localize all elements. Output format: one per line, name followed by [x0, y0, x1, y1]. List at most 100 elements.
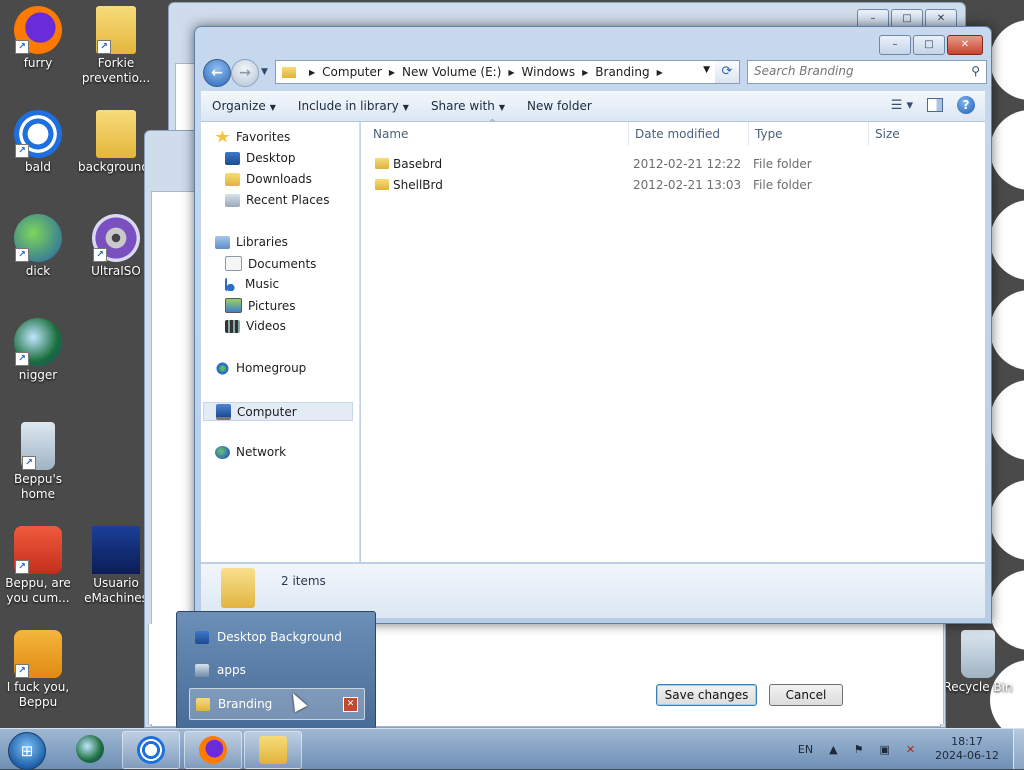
desktop-icon-label: nigger	[18, 368, 58, 382]
breadcrumb-branding[interactable]: Branding	[595, 65, 649, 79]
apps-icon	[195, 663, 209, 677]
breadcrumb: ▶ Computer ▶ New Volume (E:) ▶ Windows ▶…	[302, 65, 670, 79]
include-in-library-menu[interactable]: Include in library ▼	[287, 99, 420, 113]
file-name: ShellBrd	[393, 178, 443, 192]
file-row[interactable]: ShellBrd 2012-02-21 13:03 File folder	[361, 175, 961, 195]
desktop-icon-emachines[interactable]: Usuario eMachines	[78, 526, 154, 606]
nav-documents[interactable]: Documents	[225, 256, 316, 271]
organize-menu[interactable]: Organize ▼	[201, 99, 287, 113]
file-date: 2012-02-21 12:22	[633, 157, 742, 171]
chevron-right-icon[interactable]: ▶	[309, 68, 315, 77]
documents-icon	[225, 256, 242, 271]
nav-homegroup[interactable]: Homegroup	[215, 361, 306, 375]
chevron-up-icon[interactable]: ▲	[829, 743, 837, 756]
shortcut-arrow-icon: ↗	[15, 248, 29, 262]
taskbar-firefox[interactable]	[184, 731, 242, 769]
chevron-down-icon[interactable]: ▼	[703, 65, 710, 75]
homegroup-icon	[215, 361, 230, 375]
clock[interactable]: 18:17 2024-06-12	[935, 735, 999, 763]
shortcut-arrow-icon: ↗	[15, 40, 29, 54]
share-with-menu[interactable]: Share with ▼	[420, 99, 516, 113]
preview-pane-icon[interactable]	[927, 98, 943, 112]
wallpaper-circle	[990, 200, 1024, 280]
chevron-down-icon: ▼	[498, 103, 505, 112]
search-box[interactable]: ⚲	[747, 60, 987, 84]
maximize-button[interactable]: □	[913, 35, 945, 55]
address-bar[interactable]: ▶ Computer ▶ New Volume (E:) ▶ Windows ▶…	[275, 60, 717, 84]
chevron-right-icon[interactable]: ▶	[657, 68, 663, 77]
help-icon[interactable]: ?	[957, 96, 975, 114]
start-button[interactable]: ⊞	[8, 732, 46, 770]
desktop-icon-dick[interactable]: ↗ dick	[0, 214, 76, 279]
cancel-button[interactable]: Cancel	[769, 684, 843, 706]
breadcrumb-windows[interactable]: Windows	[522, 65, 576, 79]
nav-network[interactable]: Network	[215, 445, 286, 459]
search-input[interactable]	[748, 61, 960, 81]
desktop-icon-forkie[interactable]: ↗ Forkie preventio...	[78, 6, 154, 86]
shortcut-arrow-icon: ↗	[15, 560, 29, 574]
pictures-icon	[225, 298, 242, 313]
save-changes-button[interactable]: Save changes	[656, 684, 757, 706]
desktop-icon-nigger[interactable]: ↗ nigger	[0, 318, 76, 383]
desktop-icon-backgrounds[interactable]: backgrounds	[78, 110, 155, 175]
jumplist-item-branding[interactable]: Branding ✕	[189, 688, 365, 720]
column-header-date[interactable]: Date modified	[629, 122, 749, 146]
nav-favorites[interactable]: Favorites	[215, 130, 290, 144]
nav-recent-places[interactable]: Recent Places	[225, 193, 329, 207]
taskbar-chrome[interactable]	[122, 731, 180, 769]
view-options-icon[interactable]: ☰ ▾	[891, 98, 913, 113]
videos-icon	[225, 319, 240, 333]
network-icon[interactable]: ▣	[879, 743, 889, 756]
desktop-icon-beppus-home[interactable]: ↗ Beppu's home	[0, 422, 76, 502]
new-folder-button[interactable]: New folder	[516, 99, 603, 113]
desktop-icon-ultraiso[interactable]: ↗ UltraISO	[78, 214, 154, 279]
search-icon[interactable]: ⚲	[971, 64, 980, 78]
chevron-right-icon[interactable]: ▶	[582, 68, 588, 77]
explorer-window: – □ ✕ ← → ▼ ▶ Computer ▶ New Volume (E:)…	[194, 26, 992, 624]
column-header-name[interactable]: Name	[367, 122, 629, 146]
show-desktop-button[interactable]	[1013, 729, 1024, 769]
nav-desktop[interactable]: Desktop	[225, 151, 296, 165]
column-header-size[interactable]: Size	[869, 122, 949, 146]
volume-muted-icon[interactable]: ✕	[906, 743, 915, 756]
breadcrumb-new-volume[interactable]: New Volume (E:)	[402, 65, 501, 79]
desktop-icon-beppu-power[interactable]: ↗ Beppu, are you cum...	[0, 526, 76, 606]
language-indicator[interactable]: EN	[798, 743, 813, 756]
desktop-icon-furry[interactable]: ↗ furry	[0, 6, 76, 71]
desktop-icon-recycle-bin[interactable]: Recycle Bin	[938, 630, 1018, 695]
close-icon[interactable]: ✕	[343, 697, 358, 712]
file-row[interactable]: Basebrd 2012-02-21 12:22 File folder	[361, 154, 961, 174]
nav-videos[interactable]: Videos	[225, 319, 286, 333]
wallpaper-circle	[990, 380, 1024, 460]
nav-label: Libraries	[236, 235, 288, 249]
chevron-right-icon[interactable]: ▶	[389, 68, 395, 77]
close-button[interactable]: ✕	[947, 35, 983, 55]
command-bar: Organize ▼ Include in library ▼ Share with…	[201, 91, 985, 122]
globe-icon: ↗	[14, 318, 62, 366]
refresh-button[interactable]: ⟳	[715, 60, 740, 84]
forward-button[interactable]: →	[231, 59, 259, 87]
breadcrumb-computer[interactable]: Computer	[322, 65, 382, 79]
nav-libraries[interactable]: Libraries	[215, 235, 288, 249]
chevron-right-icon[interactable]: ▶	[508, 68, 514, 77]
taskbar-explorer[interactable]	[244, 731, 302, 769]
desktop-icon-label: Beppu, are you cum...	[5, 576, 71, 605]
jumplist-item-apps[interactable]: apps	[189, 655, 363, 685]
desktop-icon-key[interactable]: ↗ I fuck you, Beppu	[0, 630, 76, 710]
details-pane: 2 items	[201, 563, 985, 618]
minimize-button[interactable]: –	[879, 35, 911, 55]
desktop-icon-bald[interactable]: ↗ bald	[0, 110, 76, 175]
column-header-type[interactable]: Type	[749, 122, 869, 146]
recycle-bin-icon	[961, 630, 995, 678]
nav-music[interactable]: Music	[225, 277, 279, 291]
jumplist-item-desktop-background[interactable]: Desktop Background	[189, 622, 363, 652]
clock-date: 2024-06-12	[935, 749, 999, 762]
nav-downloads[interactable]: Downloads	[225, 172, 312, 186]
recent-pages-dropdown[interactable]: ▼	[261, 67, 268, 77]
folder-icon	[221, 568, 255, 608]
action-center-flag-icon[interactable]: ⚑	[854, 743, 864, 756]
taskbar-internet-explorer[interactable]	[62, 731, 118, 767]
nav-pictures[interactable]: Pictures	[225, 298, 296, 313]
back-button[interactable]: ←	[203, 59, 231, 87]
nav-computer[interactable]: Computer	[203, 402, 353, 421]
